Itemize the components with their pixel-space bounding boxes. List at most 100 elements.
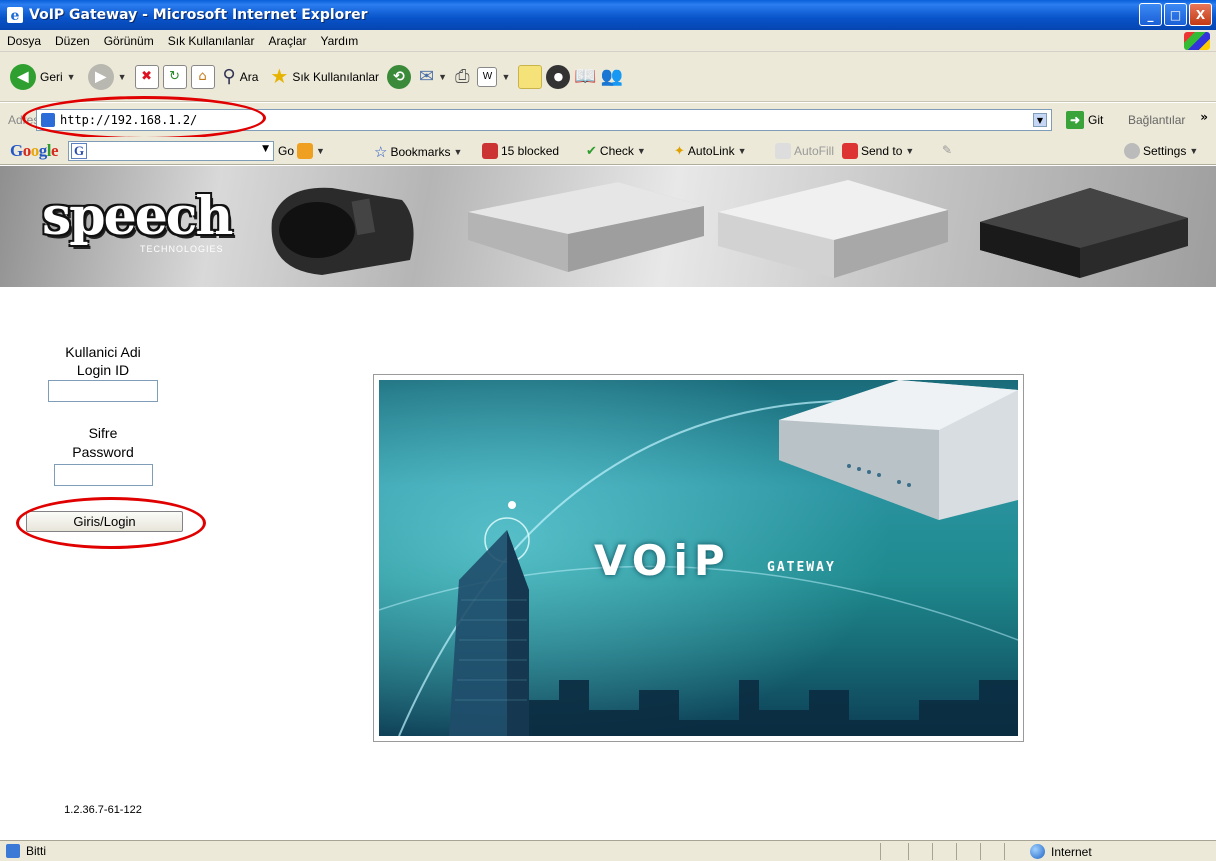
send-to-icon: [842, 143, 858, 159]
go-button[interactable]: ➜ Git: [1066, 111, 1103, 129]
highlight-oval-login: [16, 497, 206, 549]
send-to-dropdown-icon: ▼: [905, 146, 915, 156]
status-divider: [880, 843, 881, 860]
links-chevron-icon[interactable]: »: [1200, 110, 1208, 124]
voip-gateway-hero-image: VOiP GATEWAY: [379, 380, 1018, 736]
go-arrow-icon: ➜: [1066, 111, 1084, 129]
device-image-3: [718, 180, 948, 278]
zone-label: Internet: [1051, 844, 1092, 859]
print-icon[interactable]: ⎙: [455, 66, 469, 87]
pagerank-icon: [297, 143, 314, 159]
firmware-version: 1.2.36.7-61-122: [64, 804, 142, 816]
autofill-label: AutoFill: [794, 144, 835, 158]
menu-bar: Dosya Düzen Görünüm Sık Kullanılanlar Ar…: [0, 30, 1216, 52]
contacts-icon[interactable]: 👥: [601, 66, 623, 87]
mail-icon: ✉: [419, 66, 435, 86]
autolink-button[interactable]: ✦ AutoLink ▼: [674, 143, 747, 159]
menu-edit[interactable]: Düzen: [48, 34, 97, 48]
mail-button[interactable]: ✉ ▼: [415, 64, 451, 89]
header-banner: speech TECHNOLOGIES: [0, 166, 1216, 287]
page-done-icon: [6, 844, 20, 858]
messenger-icon[interactable]: ●: [546, 64, 571, 89]
forward-arrow-icon: ▶: [87, 63, 114, 90]
settings-icon: [1124, 143, 1140, 159]
settings-button[interactable]: Settings ▼: [1124, 143, 1198, 159]
discuss-icon[interactable]: [518, 64, 543, 89]
security-zone[interactable]: Internet: [1030, 844, 1092, 859]
back-label: Geri: [40, 69, 63, 84]
autofill-icon: [775, 143, 791, 159]
back-dropdown-icon[interactable]: ▼: [67, 72, 76, 82]
password-label-en: Password: [72, 444, 134, 460]
autolink-dropdown-icon: ▼: [737, 146, 747, 156]
username-label-en: Login ID: [76, 362, 130, 378]
home-icon[interactable]: ⌂: [190, 64, 215, 89]
bookmarks-button[interactable]: ☆ Bookmarks ▼: [374, 143, 462, 161]
window-title: VoIP Gateway - Microsoft Internet Explor…: [29, 7, 368, 23]
google-search-input[interactable]: G ▼: [68, 141, 274, 161]
favorites-button[interactable]: ★ Sık Kullanılanlar: [266, 62, 383, 91]
stop-icon[interactable]: ✖: [134, 64, 159, 89]
back-button[interactable]: ◀ Geri ▼: [6, 62, 80, 92]
status-text: Bitti: [26, 844, 47, 858]
bookmarks-dropdown-icon: ▼: [453, 147, 463, 157]
favorites-label: Sık Kullanılanlar: [292, 69, 380, 84]
speech-logo-subtitle: TECHNOLOGIES: [140, 244, 224, 254]
menu-help[interactable]: Yardım: [313, 34, 365, 48]
address-dropdown-icon[interactable]: ▼: [1033, 113, 1047, 127]
back-arrow-icon: ◀: [10, 63, 36, 90]
edit-button[interactable]: W ▼: [473, 65, 514, 89]
forward-button[interactable]: ▶ ▼: [84, 62, 131, 92]
status-divider: [980, 843, 981, 860]
refresh-icon[interactable]: ↻: [162, 64, 187, 89]
minimize-button[interactable]: _: [1139, 3, 1162, 26]
maximize-button[interactable]: □: [1164, 3, 1187, 26]
settings-dropdown-icon: ▼: [1189, 146, 1199, 156]
settings-label: Settings: [1143, 144, 1187, 158]
popup-blocker-icon: [482, 143, 498, 159]
close-button[interactable]: X: [1189, 3, 1212, 26]
google-go-label: Go: [278, 144, 295, 158]
edit-dropdown-icon[interactable]: ▼: [501, 72, 510, 82]
forward-dropdown-icon[interactable]: ▼: [118, 72, 127, 82]
google-go-button[interactable]: Go ▼: [278, 143, 325, 159]
popup-blocker-button[interactable]: 15 blocked: [482, 143, 559, 159]
login-id-input[interactable]: [48, 380, 158, 402]
google-toolbar: Google G ▼ Go ▼ ☆ Bookmarks ▼ 15 blocked…: [0, 137, 1216, 165]
menu-favorites[interactable]: Sık Kullanılanlar: [161, 34, 262, 48]
device-image-4: [980, 188, 1188, 278]
status-divider: [1004, 843, 1005, 860]
autolink-label: AutoLink: [687, 144, 735, 158]
history-icon[interactable]: ⟲: [387, 64, 412, 89]
check-label: Check: [599, 144, 634, 158]
svg-text:e: e: [11, 8, 20, 24]
send-to-button[interactable]: Send to ▼: [842, 143, 914, 159]
speech-logo: speech: [42, 186, 233, 247]
send-to-label: Send to: [861, 144, 903, 158]
links-label[interactable]: Bağlantılar: [1128, 113, 1185, 127]
blocked-label: 15 blocked: [501, 144, 560, 158]
status-divider: [932, 843, 933, 860]
spellcheck-button[interactable]: ✔ Check ▼: [586, 143, 646, 159]
hero-frame: VOiP GATEWAY: [373, 374, 1024, 742]
login-sidebar: Kullanici Adi Login ID Sifre Password Gi…: [0, 287, 206, 840]
google-search-dropdown-icon[interactable]: ▼: [262, 144, 269, 154]
google-g-icon: G: [71, 143, 87, 159]
main-content: VOiP GATEWAY: [206, 287, 1216, 840]
mail-dropdown-icon[interactable]: ▼: [438, 72, 447, 82]
highlight-oval-address: [22, 96, 266, 140]
research-icon[interactable]: 📖: [574, 66, 596, 87]
username-label-tr: Kullanici Adi: [65, 344, 141, 360]
pagerank-dropdown-icon[interactable]: ▼: [316, 146, 325, 156]
highlighter-icon[interactable]: ✎: [942, 143, 952, 157]
bookmarks-label: Bookmarks: [390, 145, 451, 159]
search-button[interactable]: ⚲ Ara: [219, 64, 263, 89]
menu-tools[interactable]: Araçlar: [261, 34, 313, 48]
password-input[interactable]: [54, 464, 153, 486]
internet-globe-icon: [1030, 844, 1045, 859]
windows-logo-icon: [1184, 32, 1210, 50]
menu-view[interactable]: Görünüm: [97, 34, 161, 48]
menu-file[interactable]: Dosya: [0, 34, 48, 48]
autofill-button[interactable]: AutoFill: [775, 143, 834, 159]
status-divider: [908, 843, 909, 860]
